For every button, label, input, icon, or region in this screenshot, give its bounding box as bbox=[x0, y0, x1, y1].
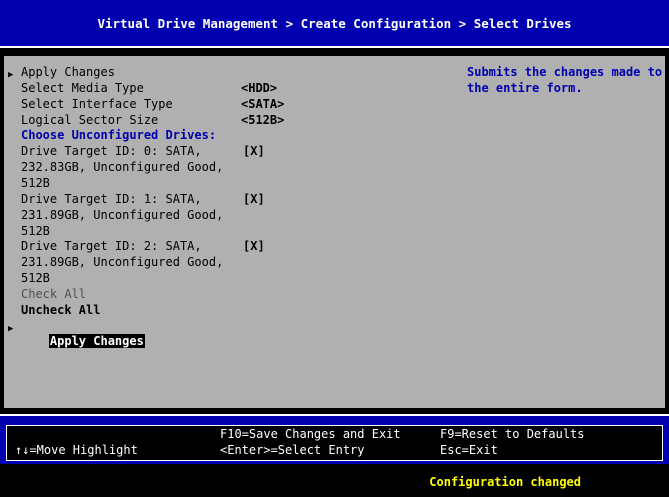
check-all-link[interactable]: Check All bbox=[21, 287, 86, 303]
status-message: Configuration changed bbox=[429, 475, 581, 489]
drive-2-checkbox[interactable]: [X] bbox=[243, 239, 265, 255]
apply-changes-top-link[interactable]: Apply Changes bbox=[21, 65, 115, 81]
interface-type-label: Select Interface Type bbox=[21, 97, 173, 111]
drive-1-details: 231.89GB, Unconfigured Good, bbox=[21, 208, 224, 222]
media-type-select[interactable]: <HDD> bbox=[241, 81, 277, 97]
title-bar: Virtual Drive Management > Create Config… bbox=[0, 0, 669, 48]
esc-exit-hint: Esc=Exit bbox=[440, 443, 498, 457]
media-type-label: Select Media Type bbox=[21, 81, 144, 95]
drive-2-label: Drive Target ID: 2: SATA, bbox=[21, 239, 202, 253]
drive-2-sector: 512B bbox=[21, 271, 50, 285]
help-text-line-1: Submits the changes made to bbox=[467, 65, 663, 79]
drive-1-label: Drive Target ID: 1: SATA, bbox=[21, 192, 202, 206]
section-heading: Choose Unconfigured Drives: bbox=[21, 128, 217, 142]
sector-size-select[interactable]: <512B> bbox=[241, 113, 284, 129]
apply-changes-highlighted-link[interactable]: Apply Changes bbox=[48, 333, 145, 348]
move-highlight-hint: ↑↓=Move Highlight bbox=[15, 443, 138, 457]
sector-size-label: Logical Sector Size bbox=[21, 113, 159, 127]
help-text-line-2: the entire form. bbox=[467, 81, 583, 95]
interface-type-select[interactable]: <SATA> bbox=[241, 97, 284, 113]
save-exit-hint: F10=Save Changes and Exit bbox=[220, 427, 401, 441]
page-title: Virtual Drive Management > Create Config… bbox=[97, 16, 572, 31]
uncheck-all-link[interactable]: Uncheck All bbox=[21, 303, 100, 319]
drive-2-details: 231.89GB, Unconfigured Good, bbox=[21, 255, 224, 269]
key-help-box: ↑↓=Move Highlight F10=Save Changes and E… bbox=[6, 425, 663, 461]
form-panel: ▶ Apply Changes Select Media Type <HDD> … bbox=[4, 56, 665, 408]
drive-1-checkbox[interactable]: [X] bbox=[243, 192, 265, 208]
drive-0-details: 232.83GB, Unconfigured Good, bbox=[21, 160, 224, 174]
submenu-pointer-icon: ▶ bbox=[8, 324, 14, 334]
drive-0-label: Drive Target ID: 0: SATA, bbox=[21, 144, 202, 158]
drive-0-checkbox[interactable]: [X] bbox=[243, 144, 265, 160]
select-entry-hint: <Enter>=Select Entry bbox=[220, 443, 365, 457]
key-help-bar: ↑↓=Move Highlight F10=Save Changes and E… bbox=[0, 414, 669, 464]
reset-defaults-hint: F9=Reset to Defaults bbox=[440, 427, 585, 441]
drive-0-sector: 512B bbox=[21, 176, 50, 190]
submenu-pointer-icon: ▶ bbox=[8, 70, 14, 80]
drive-1-sector: 512B bbox=[21, 224, 50, 238]
